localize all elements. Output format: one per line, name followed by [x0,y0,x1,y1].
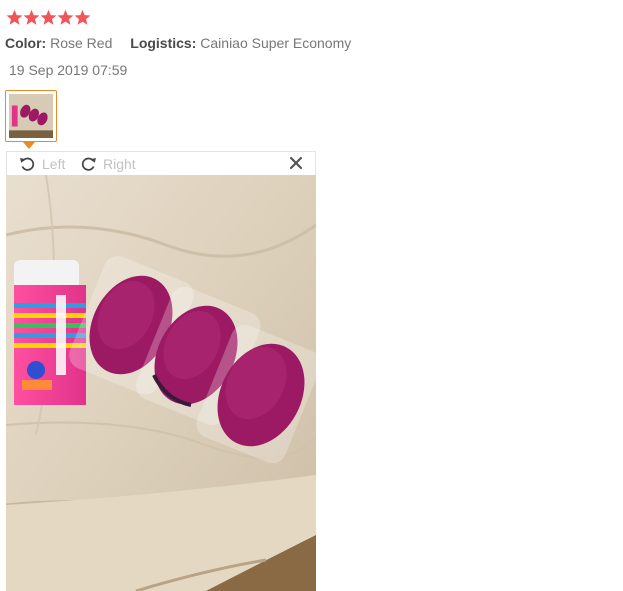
rotate-left-label: Left [42,155,66,172]
star-icon [74,9,91,25]
rotate-right-icon [81,157,96,171]
rotate-left-icon [20,157,35,171]
rotate-right-label: Right [103,155,136,172]
color-label: Color: [5,35,47,51]
close-icon[interactable] [289,156,303,170]
star-icon [57,9,74,25]
rotate-right-button[interactable]: Right [79,154,136,173]
star-icon [6,9,23,25]
thumbnail-pointer [23,142,35,149]
logistics-attribute: Logistics: Cainiao Super Economy [130,35,351,51]
photo-viewer: Left Right [6,151,316,591]
review-photo-image [6,175,316,591]
star-icon [23,9,40,25]
logistics-value: Cainiao Super Economy [200,35,352,51]
rotate-left-button[interactable]: Left [18,154,65,173]
color-attribute: Color: Rose Red [5,35,112,51]
review-photo-thumbnail[interactable] [5,90,57,142]
star-icon [40,9,57,25]
rating-stars [6,9,91,26]
review-date: 19 Sep 2019 07:59 [9,62,128,78]
review-attributes: Color: Rose Red Logistics: Cainiao Super… [5,35,365,51]
color-value: Rose Red [50,35,113,51]
logistics-label: Logistics: [130,35,197,51]
thumbnail-image [9,94,53,138]
review-photo [6,175,316,591]
viewer-toolbar: Left Right [6,151,316,175]
